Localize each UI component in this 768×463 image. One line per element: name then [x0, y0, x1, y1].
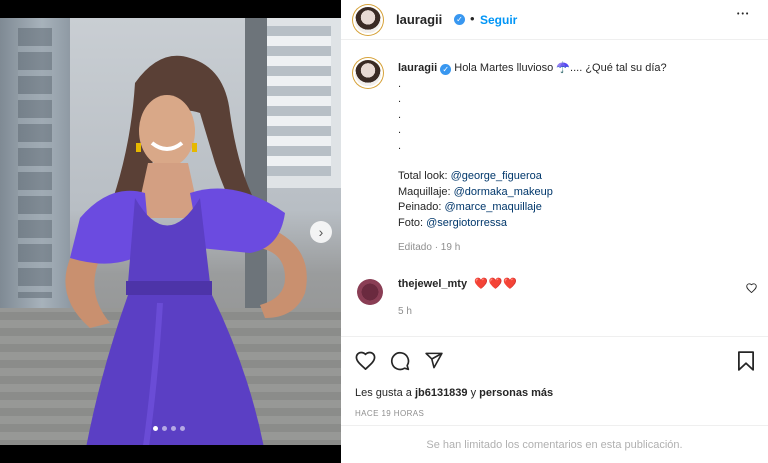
carousel-dot: [180, 426, 185, 431]
header-separator: •: [470, 11, 475, 26]
post-actions: Les gusta a jb6131839 y personas más HAC…: [341, 336, 768, 463]
verified-icon: ✓: [454, 14, 465, 25]
more-options-icon[interactable]: •••: [737, 11, 750, 18]
comment-icon[interactable]: [390, 351, 410, 371]
credit-line: Peinado: @marce_maquillaje: [398, 200, 743, 216]
post-timestamp[interactable]: HACE 19 HORAS: [355, 409, 424, 418]
verified-icon: ✓: [440, 64, 452, 75]
caption-avatar[interactable]: [355, 60, 381, 86]
credit-label: Foto:: [398, 216, 427, 229]
woman-figure: [65, 55, 307, 445]
carousel-next-button[interactable]: ›: [310, 221, 332, 243]
credit-mention[interactable]: @marce_maquillaje: [444, 201, 541, 213]
caption-dot: .: [398, 139, 402, 152]
credit-label: Peinado:: [398, 201, 445, 213]
comments-limited-notice: Se han limitado los comentarios en esta …: [341, 425, 768, 463]
author-avatar[interactable]: [355, 7, 381, 33]
post-caption: lauragii ✓ Hola Martes lluvioso ☂️.... ¿…: [398, 61, 743, 256]
heart-icon[interactable]: [355, 351, 376, 370]
comment-username[interactable]: thejewel_mty: [398, 278, 467, 290]
post-media: ›: [0, 0, 341, 463]
credit-mention[interactable]: @dormaka_makeup: [454, 186, 553, 198]
likes-prefix: Les gusta a: [355, 387, 415, 399]
likes-user[interactable]: jb6131839: [415, 387, 468, 399]
carousel-dot: [162, 426, 167, 431]
caption-dot: .: [398, 93, 402, 105]
post-photo[interactable]: [0, 18, 341, 445]
caption-first-line: lauragii ✓ Hola Martes lluvioso ☂️.... ¿…: [398, 61, 743, 77]
heart-icon[interactable]: [746, 283, 757, 293]
caption-dot: .: [398, 124, 402, 136]
post-header: lauragii ✓ • Seguir •••: [341, 0, 768, 40]
carousel-indicator: [153, 426, 185, 431]
credit-mention[interactable]: @george_figueroa: [451, 170, 542, 182]
likes-summary: Les gusta a jb6131839 y personas más: [355, 387, 553, 399]
credit-line: Foto: @sergiotorressa: [398, 216, 743, 232]
caption-username[interactable]: lauragii: [398, 62, 437, 74]
caption-dot: .: [398, 77, 402, 90]
likes-others[interactable]: personas más: [479, 387, 553, 399]
credit-line: Maquillaje: @dormaka_makeup: [398, 185, 743, 201]
follow-button[interactable]: Seguir: [480, 13, 517, 27]
carousel-dot: [153, 426, 158, 431]
post-details-panel: lauragii ✓ • Seguir ••• lauragii ✓ Hola …: [341, 0, 768, 463]
bookmark-icon[interactable]: [738, 351, 754, 371]
caption-dot: .: [398, 108, 402, 121]
likes-mid: y: [467, 387, 480, 399]
author-username[interactable]: lauragii: [396, 12, 442, 27]
carousel-dot: [171, 426, 176, 431]
comment-time: 5 h: [398, 306, 412, 317]
credit-label: Total look:: [398, 170, 451, 182]
comment-text: ❤️❤️❤️: [474, 278, 519, 290]
credit-line: Total look: @george_figueroa: [398, 169, 743, 185]
credit-mention[interactable]: @sergiotorressa: [426, 217, 507, 229]
caption-text: Hola Martes lluvioso ☂️.... ¿Qué tal su …: [454, 62, 667, 74]
commenter-avatar[interactable]: [357, 279, 383, 305]
caption-meta: Editado · 19 h: [398, 242, 461, 253]
chevron-right-icon: ›: [318, 224, 324, 240]
credit-label: Maquillaje:: [398, 185, 454, 198]
share-icon[interactable]: [424, 351, 444, 370]
